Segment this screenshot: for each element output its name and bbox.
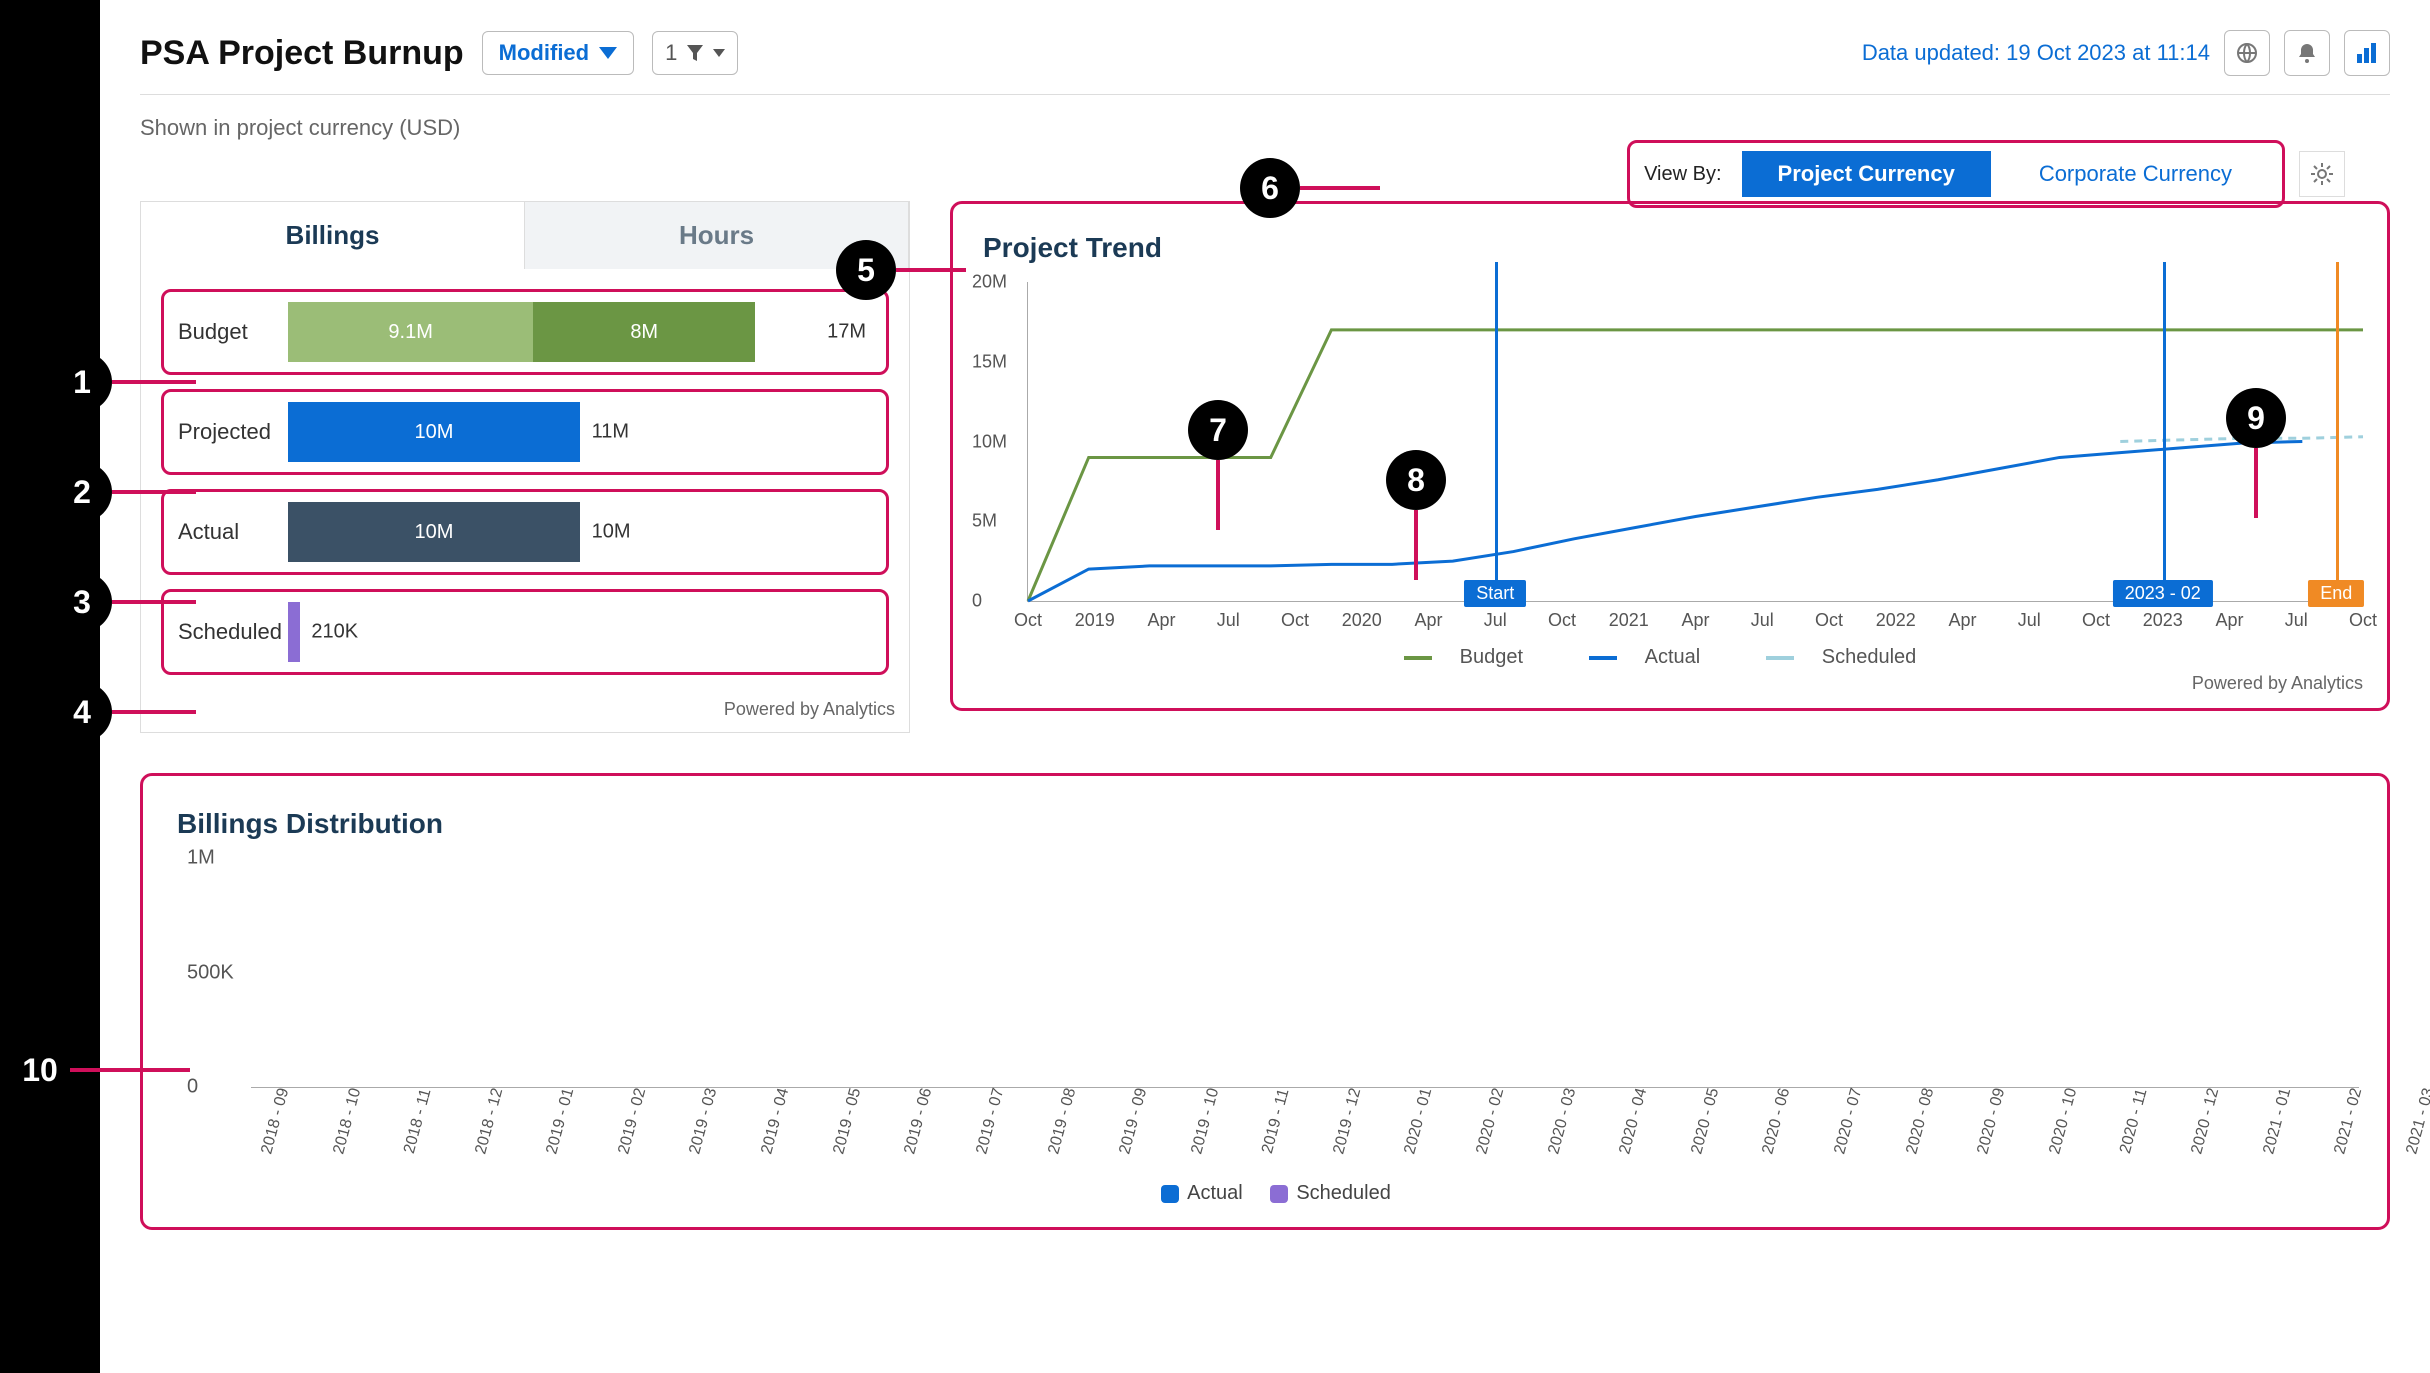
gear-icon <box>2311 163 2333 185</box>
notifications-button[interactable] <box>2284 30 2330 76</box>
globe-icon <box>2236 42 2258 64</box>
page-title: PSA Project Burnup <box>140 34 464 73</box>
funnel-icon <box>687 45 703 61</box>
trend-title: Project Trend <box>983 232 2363 264</box>
row-scheduled: Scheduled 210K <box>161 589 889 675</box>
row-label: Actual <box>178 519 288 545</box>
status-pill[interactable]: Modified <box>482 31 634 75</box>
actual-seg1: 10M <box>288 502 580 562</box>
share-button[interactable] <box>2224 30 2270 76</box>
projected-total: 11M <box>592 421 629 444</box>
analytics-button[interactable] <box>2344 30 2390 76</box>
callout-5: 5 <box>836 240 896 300</box>
viewby-segmented: View By: Project Currency Corporate Curr… <box>1627 140 2285 208</box>
callout-8: 8 <box>1386 450 1446 510</box>
trend-legend: Budget Actual Scheduled <box>977 646 2363 669</box>
row-label: Budget <box>178 319 288 345</box>
scheduled-seg1 <box>288 602 300 662</box>
budget-seg1: 9.1M <box>288 302 533 362</box>
callout-4: 4 <box>52 682 112 742</box>
data-updated-text: Data updated: 19 Oct 2023 at 11:14 <box>1862 40 2210 66</box>
caret-down-icon <box>599 47 617 59</box>
actual-total: 10M <box>592 521 631 544</box>
dist-legend: Actual Scheduled <box>171 1182 2359 1205</box>
callout-2: 2 <box>52 462 112 522</box>
billings-summary-panel: Billings Hours Budget 9.1M 8M 17M Projec… <box>140 201 910 733</box>
row-actual: Actual 10M 10M <box>161 489 889 575</box>
page-header: PSA Project Burnup Modified 1 Data updat… <box>140 30 2390 95</box>
bar-chart-icon <box>2356 42 2378 64</box>
row-budget: Budget 9.1M 8M 17M <box>161 289 889 375</box>
dist-chart[interactable]: 0500K1M <box>251 858 2359 1088</box>
tab-billings[interactable]: Billings <box>141 202 525 269</box>
currency-subhead: Shown in project currency (USD) <box>140 115 2390 141</box>
caret-down-icon <box>713 49 725 57</box>
row-label: Projected <box>178 419 288 445</box>
callout-9: 9 <box>2226 388 2286 448</box>
dist-title: Billings Distribution <box>177 808 2359 840</box>
callout-10: 10 <box>10 1040 70 1100</box>
project-trend-panel: Project Trend 05M10M15M20MOct2019AprJulO… <box>950 201 2390 711</box>
callout-6: 6 <box>1240 158 1300 218</box>
callout-3: 3 <box>52 572 112 632</box>
powered-by-text: Powered by Analytics <box>977 673 2363 694</box>
row-projected: Projected 10M 11M <box>161 389 889 475</box>
viewby-option-corporate[interactable]: Corporate Currency <box>2003 151 2268 197</box>
powered-by-text: Powered by Analytics <box>141 699 909 732</box>
bell-icon <box>2296 42 2318 64</box>
budget-seg2: 8M <box>533 302 755 362</box>
billings-distribution-panel: Billings Distribution 0500K1M 2018 - 092… <box>140 773 2390 1230</box>
filter-pill[interactable]: 1 <box>652 31 738 75</box>
panel-settings-button[interactable] <box>2299 151 2345 197</box>
viewby-label: View By: <box>1644 163 1721 186</box>
callout-7: 7 <box>1188 400 1248 460</box>
filter-pill-label: 1 <box>665 40 677 66</box>
callout-1: 1 <box>52 352 112 412</box>
viewby-option-project[interactable]: Project Currency <box>1742 151 1991 197</box>
scheduled-total: 210K <box>311 621 358 644</box>
budget-total: 17M <box>827 321 866 344</box>
projected-seg1: 10M <box>288 402 580 462</box>
status-pill-label: Modified <box>499 40 589 66</box>
